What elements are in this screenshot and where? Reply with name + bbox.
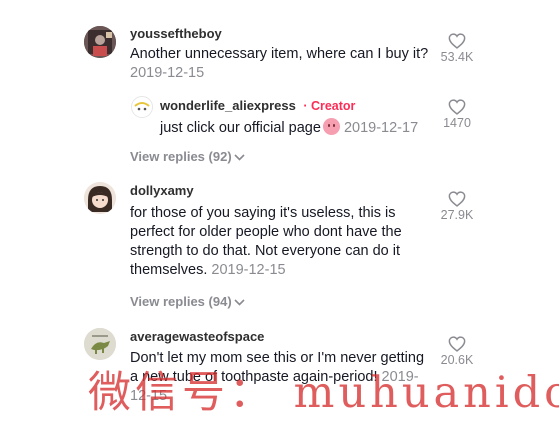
like-button[interactable]: 27.9K	[437, 191, 477, 222]
view-replies-button[interactable]: View replies (94)	[130, 294, 245, 309]
comment-date: 2019-12-15	[130, 65, 205, 81]
like-count: 27.9K	[440, 208, 474, 222]
blush-face-emoji	[322, 118, 340, 135]
avatar-image	[132, 97, 152, 117]
reply-like-count: 1470	[443, 116, 471, 130]
chevron-down-icon	[234, 154, 245, 161]
heart-outline-icon	[448, 33, 466, 49]
reply-username[interactable]: wonderlife_aliexpress · Creator	[160, 98, 355, 113]
reply-like-button[interactable]: 1470	[437, 99, 477, 130]
reply-body: just click our official page	[160, 120, 321, 136]
like-button[interactable]: 20.6K	[437, 336, 477, 367]
comment-text: Another unnecessary item, where can I bu…	[130, 45, 430, 83]
comment-body: Don't let my mom see this or I'm never g…	[130, 350, 425, 385]
avatar-averagewasteofspace[interactable]	[84, 328, 116, 360]
view-replies-label[interactable]: View replies (94)	[130, 294, 232, 309]
reply-date: 2019-12-17	[343, 120, 419, 136]
avatar-image	[84, 182, 116, 214]
view-replies-label[interactable]: View replies (92)	[130, 149, 232, 164]
like-count: 20.6K	[440, 353, 474, 367]
creator-badge: · Creator	[299, 99, 356, 113]
heart-outline-icon	[448, 99, 466, 115]
heart-outline-icon	[448, 191, 466, 207]
avatar-image	[84, 26, 116, 58]
reply-username-text[interactable]: wonderlife_aliexpress	[160, 98, 296, 113]
view-replies-button[interactable]: View replies (92)	[130, 149, 245, 164]
comment-text: Don't let my mom see this or I'm never g…	[130, 349, 430, 406]
reply-text: just click our official page 2019-12-17	[160, 118, 430, 138]
avatar-dollyxamy[interactable]	[84, 182, 116, 214]
avatar-image	[84, 328, 116, 360]
like-count: 53.4K	[440, 50, 474, 64]
heart-outline-icon	[448, 336, 466, 352]
avatar-wonderlife[interactable]	[131, 96, 153, 118]
comment-body: Another unnecessary item, where can I bu…	[130, 46, 429, 62]
comment-username[interactable]: averagewasteofspace	[130, 329, 264, 344]
chevron-down-icon	[234, 299, 245, 306]
comment-username[interactable]: dollyxamy	[130, 183, 194, 198]
comment-text: for those of you saying it's useless, th…	[130, 204, 430, 280]
like-button[interactable]: 53.4K	[437, 33, 477, 64]
comment-username[interactable]: yousseftheboy	[130, 26, 222, 41]
comment-date: 2019-12-15	[211, 262, 286, 278]
creator-badge-label: Creator	[310, 99, 356, 113]
avatar-youssef[interactable]	[84, 26, 116, 58]
